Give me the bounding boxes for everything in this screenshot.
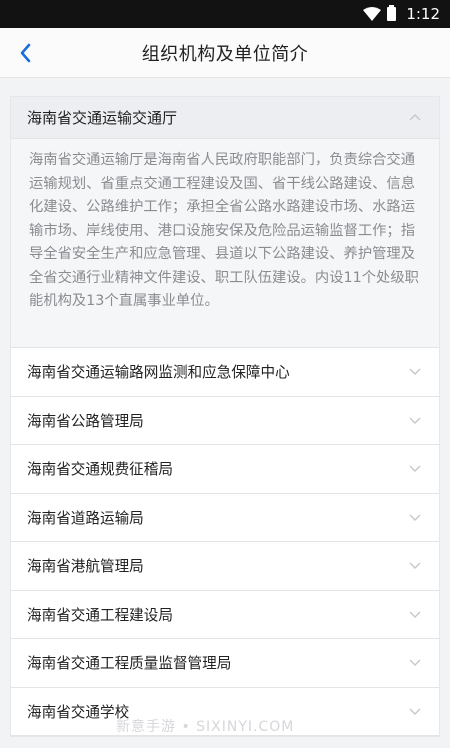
chevron-left-icon [20,43,31,63]
chevron-down-icon [409,415,423,425]
section-description: 海南省交通运输厅是海南省人民政府职能部门，负责综合交通运输规划、省重点交通工程建… [11,139,439,348]
list-item-name: 海南省交通学校 [27,703,130,721]
chevron-down-icon [409,658,423,668]
back-button[interactable] [14,40,36,66]
watermark: 新意手游 • SIXINYI.COM [116,719,295,735]
list-item-name: 海南省港航管理局 [27,558,144,576]
section-name: 海南省交通运输交通厅 [27,109,178,127]
list-item[interactable]: 海南省交通工程建设局 [11,590,439,639]
accordion: 海南省交通运输交通厅 海南省交通运输厅是海南省人民政府职能部门，负责综合交通运输… [10,96,440,737]
list-item[interactable]: 海南省公路管理局 [11,396,439,445]
list-item[interactable]: 海南省港航管理局 [11,542,439,591]
chevron-down-icon [409,561,423,571]
accordion-header-expanded[interactable]: 海南省交通运输交通厅 [11,97,439,139]
list-item-name: 海南省道路运输局 [27,509,144,527]
list-item-name: 海南省交通工程质量监督管理局 [27,655,232,673]
list-item[interactable]: 海南省交通工程质量监督管理局 [11,639,439,688]
navbar: 组织机构及单位简介 [0,28,450,78]
list-item[interactable]: 海南省交通规费征稽局 [11,445,439,494]
battery-icon [387,5,397,21]
status-bar: 1:12 [0,0,450,28]
chevron-down-icon [409,706,423,716]
list-item-name: 海南省交通规费征稽局 [27,461,173,479]
wifi-icon [363,7,382,21]
chevron-down-icon [409,367,423,377]
chevron-down-icon [409,609,423,619]
list-item-name: 海南省交通工程建设局 [27,606,173,624]
list-item[interactable]: 海南省道路运输局 [11,493,439,542]
list-item[interactable]: 海南省交通运输路网监测和应急保障中心 [11,348,439,397]
list-item-name: 海南省公路管理局 [27,412,144,430]
chevron-down-icon [409,464,423,474]
chevron-up-icon [409,113,423,123]
status-time: 1:12 [406,5,440,23]
chevron-down-icon [409,512,423,522]
page-title: 组织机构及单位简介 [141,43,309,65]
list-item-name: 海南省交通运输路网监测和应急保障中心 [27,364,290,382]
org-list: 海南省交通运输交通厅 海南省交通运输厅是海南省人民政府职能部门，负责综合交通运输… [10,96,440,737]
